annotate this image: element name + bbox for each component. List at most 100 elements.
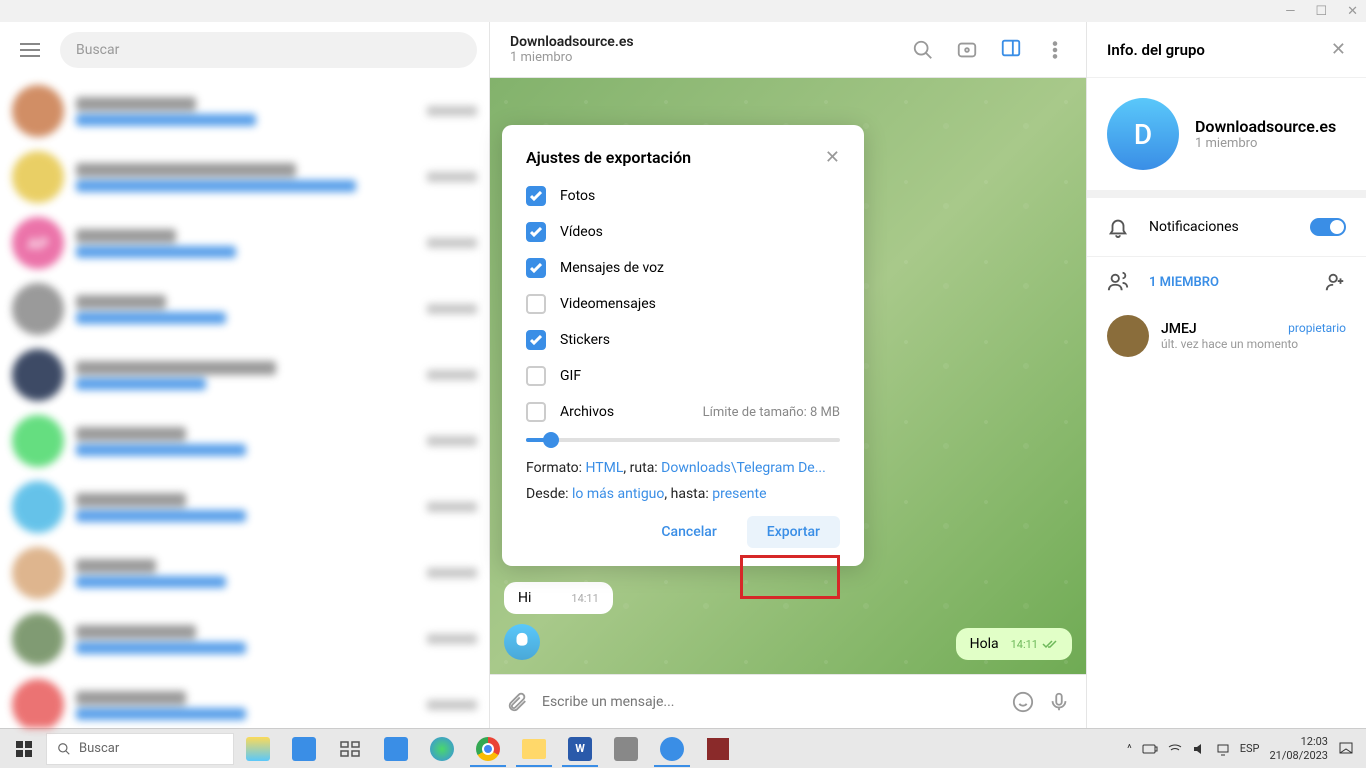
message-input-bar [490,674,1086,728]
tray-chevron-icon[interactable]: ^ [1127,742,1132,755]
member-role: propietario [1288,321,1346,337]
to-link[interactable]: presente [712,486,766,502]
message-text: Hola [970,636,999,652]
bell-icon [1107,216,1129,238]
close-info-button[interactable]: ✕ [1331,39,1346,60]
chat-title: Downloadsource.es [510,34,912,50]
chat-list[interactable]: AP PM [0,78,489,728]
window-maximize[interactable]: ☐ [1315,4,1327,19]
message-input[interactable] [542,694,998,710]
message-text: Hi [518,590,531,606]
windows-taskbar: Buscar W ^ ESP 12:03 21/08/2023 [0,728,1366,768]
label-stickers: Stickers [560,332,610,348]
label-gif: GIF [560,368,581,384]
start-button[interactable] [4,731,44,767]
notifications-label: Notificaciones [1149,219,1239,235]
message-time: 14:11 [1011,638,1058,651]
checkbox-voz[interactable] [526,258,546,278]
taskbar-telegram[interactable] [650,731,694,767]
outgoing-message[interactable]: Hola 14:11 [956,628,1072,660]
member-status: últ. vez hace un momento [1161,337,1346,351]
group-members-count: 1 miembro [1195,136,1336,151]
cancel-button[interactable]: Cancelar [647,516,730,548]
add-member-icon[interactable] [1324,271,1346,293]
taskbar-edge[interactable] [420,731,464,767]
group-name: Downloadsource.es [1195,117,1336,136]
sender-avatar[interactable] [504,624,540,660]
window-titlebar: — ☐ ✕ [0,0,1366,22]
search-icon [57,742,71,756]
taskbar-app-4[interactable] [696,731,740,767]
checkbox-stickers[interactable] [526,330,546,350]
taskbar-app-1[interactable] [236,731,280,767]
from-link[interactable]: lo más antiguo [572,486,664,502]
label-archivos: Archivos [560,404,614,420]
format-link[interactable]: HTML [586,460,624,476]
chat-header: Downloadsource.es 1 miembro [490,22,1086,78]
incoming-message[interactable]: Hi 14:11 [504,582,613,614]
taskbar-explorer[interactable] [512,731,556,767]
read-checkmarks-icon [1042,639,1058,649]
task-view-icon[interactable] [328,731,372,767]
voice-icon[interactable] [1048,691,1070,713]
attach-icon[interactable] [506,691,528,713]
window-close[interactable]: ✕ [1347,4,1358,19]
label-voz: Mensajes de voz [560,260,664,276]
members-count-label: 1 MIEMBRO [1149,275,1219,290]
more-icon[interactable] [1044,39,1066,61]
battery-icon[interactable] [1142,742,1158,756]
message-time: 14:11 [571,592,598,605]
modal-title: Ajustes de exportación [526,148,691,167]
volume-icon[interactable] [1192,742,1206,756]
taskbar-store[interactable] [374,731,418,767]
taskbar-app-2[interactable] [282,731,326,767]
label-videomsg: Videomensajes [560,296,656,312]
tray-language[interactable]: ESP [1240,742,1260,755]
format-row: Formato: HTML, ruta: Downloads\Telegram … [526,460,840,476]
tray-clock[interactable]: 12:03 21/08/2023 [1269,735,1328,761]
taskbar-word[interactable]: W [558,731,602,767]
sidebar-toggle-icon[interactable] [1000,37,1022,59]
network-icon[interactable] [1216,742,1230,756]
group-avatar[interactable]: D [1107,98,1179,170]
label-fotos: Fotos [560,188,595,204]
member-avatar [1107,315,1149,357]
path-link[interactable]: Downloads\Telegram De... [661,460,826,476]
search-input[interactable]: Buscar [60,32,477,68]
checkbox-fotos[interactable] [526,186,546,206]
date-range-row: Desde: lo más antiguo, hasta: presente [526,486,840,502]
search-icon[interactable] [912,39,934,61]
size-slider[interactable] [526,438,840,442]
members-icon [1107,271,1129,293]
system-tray[interactable]: ^ ESP 12:03 21/08/2023 [1127,735,1362,761]
modal-close-button[interactable]: ✕ [825,147,840,168]
notifications-row[interactable]: Notificaciones [1087,198,1366,257]
menu-button[interactable] [12,32,48,68]
notifications-toggle[interactable] [1310,218,1346,236]
info-header-title: Info. del grupo [1107,41,1205,59]
emoji-icon[interactable] [1012,691,1034,713]
call-icon[interactable] [956,39,978,61]
search-placeholder: Buscar [76,42,119,58]
hamburger-icon [20,43,40,57]
checkbox-videos[interactable] [526,222,546,242]
wifi-icon[interactable] [1168,742,1182,756]
slider-thumb[interactable] [543,432,559,448]
export-settings-modal: Ajustes de exportación ✕ Fotos Vídeos Me… [502,125,864,566]
chat-list-sidebar: Buscar AP PM [0,22,490,728]
taskbar-chrome[interactable] [466,731,510,767]
size-limit-label: Límite de tamaño: 8 MB [703,405,840,420]
window-minimize[interactable]: — [1285,4,1295,19]
notifications-tray-icon[interactable] [1338,741,1354,757]
checkbox-archivos[interactable] [526,402,546,422]
checkbox-gif[interactable] [526,366,546,386]
taskbar-search[interactable]: Buscar [46,733,234,765]
chat-subtitle: 1 miembro [510,50,912,65]
checkbox-videomsg[interactable] [526,294,546,314]
taskbar-app-3[interactable] [604,731,648,767]
label-videos: Vídeos [560,224,603,240]
member-row[interactable]: JMEJ propietario últ. vez hace un moment… [1087,307,1366,365]
group-info-panel: Info. del grupo ✕ D Downloadsource.es 1 … [1086,22,1366,728]
member-name: JMEJ [1161,321,1197,337]
export-button[interactable]: Exportar [747,516,840,548]
